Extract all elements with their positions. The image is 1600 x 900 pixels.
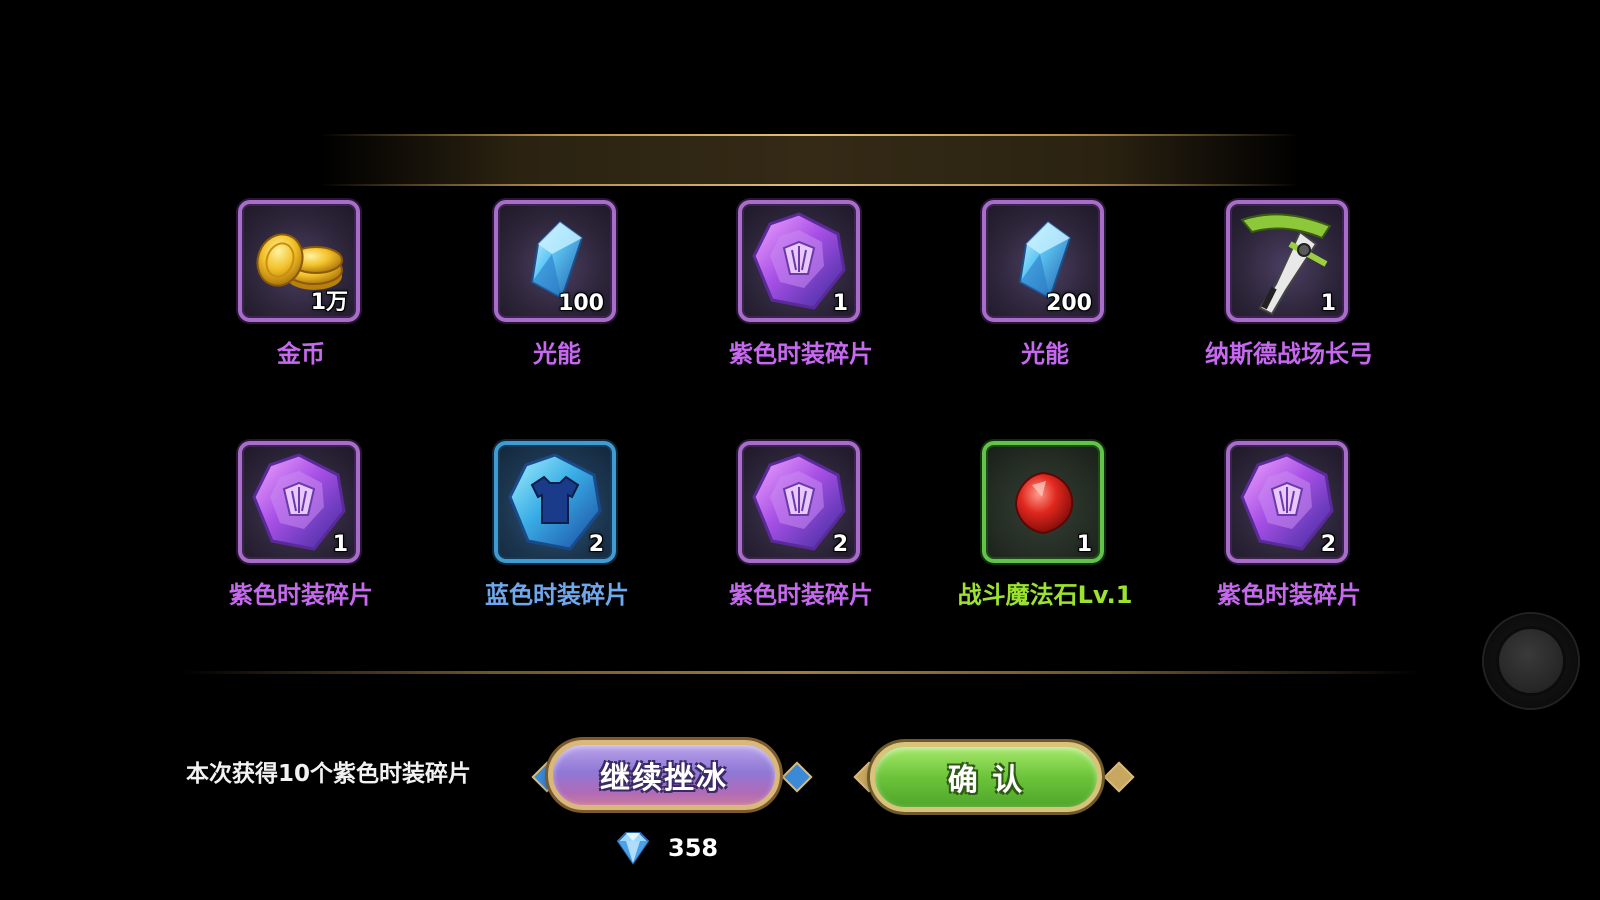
item-frame: 2 (494, 441, 616, 563)
item-quantity: 2 (832, 532, 848, 557)
item-quantity: 1 (332, 532, 348, 557)
item-name: 紫色时装碎片 (229, 581, 373, 609)
reward-item[interactable]: 1 紫色时装碎片 (196, 441, 406, 631)
reward-item[interactable]: 1 纳斯德战场长弓 (1184, 200, 1394, 390)
item-quantity: 200 (1046, 291, 1092, 316)
floating-button-core (1499, 629, 1563, 693)
item-frame: 2 (1226, 441, 1348, 563)
cost-display: 358 (612, 828, 718, 868)
reward-item[interactable]: 2 紫色时装碎片 (696, 441, 906, 631)
item-name: 紫色时装碎片 (729, 340, 873, 368)
confirm-button[interactable]: 确 认 (870, 742, 1102, 812)
item-name: 战斗魔法石Lv.1 (957, 581, 1133, 609)
reward-screen: 1万 金币 100 光能 1 紫色时装碎片 200 光能 1 纳斯德战场长弓 1… (0, 0, 1600, 900)
item-name: 蓝色时装碎片 (485, 581, 629, 609)
item-frame: 1 (982, 441, 1104, 563)
item-quantity: 1 (832, 291, 848, 316)
divider (180, 671, 1420, 674)
item-name: 光能 (1021, 340, 1069, 368)
diamond-icon (616, 832, 650, 865)
item-frame: 100 (494, 200, 616, 322)
reward-summary-text: 本次获得10个紫色时装碎片 (186, 761, 472, 787)
reward-item[interactable]: 1 紫色时装碎片 (696, 200, 906, 390)
reward-item[interactable]: 200 光能 (940, 200, 1150, 390)
item-quantity: 100 (558, 291, 604, 316)
item-quantity: 1 (1076, 532, 1092, 557)
reward-item[interactable]: 100 光能 (452, 200, 662, 390)
item-frame: 1 (1226, 200, 1348, 322)
reward-item[interactable]: 1 战斗魔法石Lv.1 (940, 441, 1150, 631)
item-name: 光能 (533, 340, 581, 368)
item-frame: 1 (238, 441, 360, 563)
item-quantity: 1 (1320, 291, 1336, 316)
item-frame: 1万 (238, 200, 360, 322)
reward-item[interactable]: 2 蓝色时装碎片 (452, 441, 662, 631)
item-quantity: 2 (588, 532, 604, 557)
item-name: 紫色时装碎片 (729, 581, 873, 609)
item-frame: 2 (738, 441, 860, 563)
item-frame: 1 (738, 200, 860, 322)
item-name: 紫色时装碎片 (1217, 581, 1361, 609)
continue-button[interactable]: 继续挫冰 (548, 740, 780, 810)
diamond-cost: 358 (668, 834, 719, 862)
top-banner (320, 134, 1300, 186)
item-quantity: 1万 (310, 290, 348, 315)
item-name: 金币 (277, 340, 325, 368)
reward-item[interactable]: 1万 金币 (196, 200, 406, 390)
item-name: 纳斯德战场长弓 (1205, 340, 1373, 368)
button-ornament (781, 761, 813, 793)
item-quantity: 2 (1320, 532, 1336, 557)
item-frame: 200 (982, 200, 1104, 322)
button-ornament (1103, 761, 1135, 793)
reward-item[interactable]: 2 紫色时装碎片 (1184, 441, 1394, 631)
floating-assistive-button[interactable] (1484, 614, 1578, 708)
